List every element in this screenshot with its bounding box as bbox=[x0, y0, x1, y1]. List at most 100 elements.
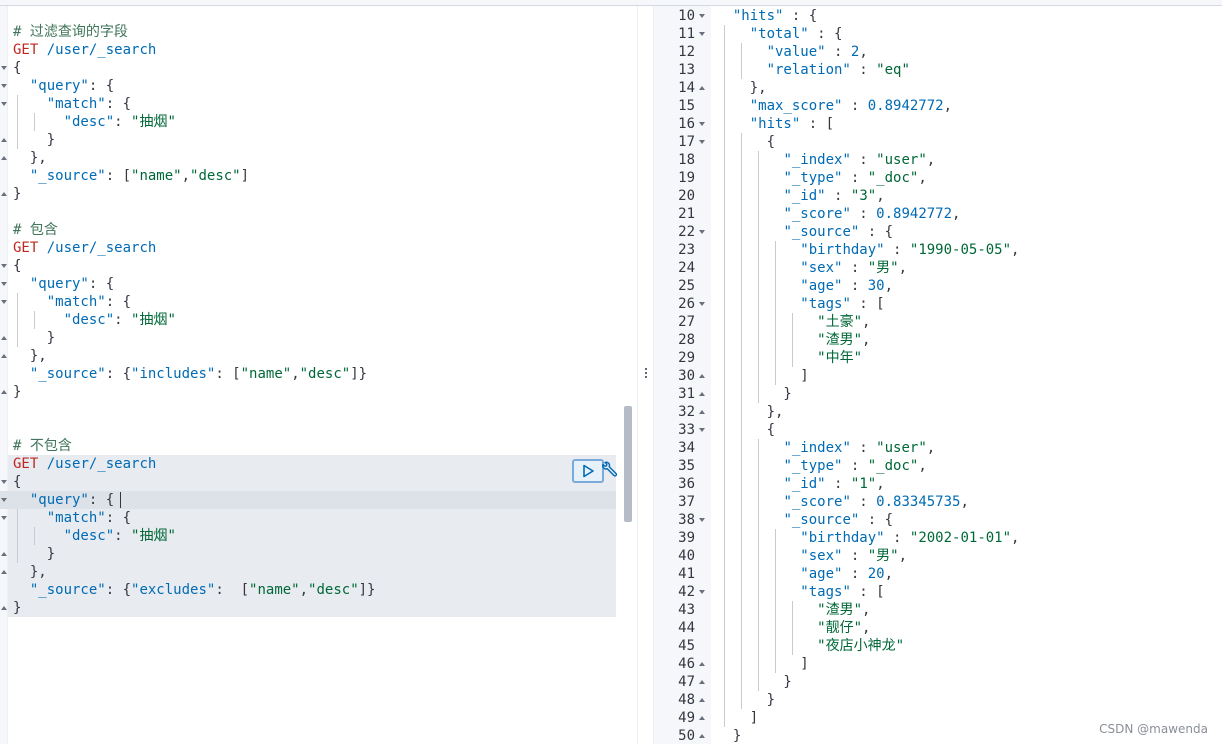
code-token: 20 bbox=[867, 566, 885, 582]
request-method-line[interactable]: GET /user/_search bbox=[8, 41, 616, 59]
fold-start-icon[interactable] bbox=[1, 299, 7, 305]
code-line[interactable]: "_source": {"excludes": ["name","desc"]} bbox=[8, 581, 616, 599]
fold-start-icon[interactable] bbox=[1, 101, 7, 107]
fold-end-icon[interactable] bbox=[699, 85, 706, 92]
response-line: ] bbox=[716, 367, 808, 385]
response-line: "hits" : [ bbox=[716, 115, 834, 133]
code-token: "_source" bbox=[13, 582, 106, 598]
indent-guide bbox=[17, 95, 18, 149]
response-line: "_score" : 0.83345735, bbox=[716, 493, 968, 511]
fold-end-icon[interactable] bbox=[699, 409, 706, 416]
fold-end-icon[interactable] bbox=[1, 389, 7, 395]
pane-resizer[interactable] bbox=[637, 6, 654, 744]
fold-start-icon[interactable] bbox=[699, 229, 706, 236]
code-token: ]} bbox=[350, 366, 368, 382]
fold-start-icon[interactable] bbox=[699, 121, 706, 128]
fold-end-icon[interactable] bbox=[699, 391, 706, 398]
code-token: 0.8942772 bbox=[867, 98, 944, 114]
code-line[interactable]: } bbox=[8, 131, 616, 149]
fold-end-icon[interactable] bbox=[1, 191, 7, 197]
code-token: : { bbox=[105, 582, 132, 598]
fold-start-icon[interactable] bbox=[699, 589, 706, 596]
code-token: "eq" bbox=[876, 62, 910, 78]
code-line[interactable]: "match": { bbox=[8, 95, 616, 113]
fold-start-icon[interactable] bbox=[699, 427, 706, 434]
code-line[interactable]: "desc": "抽烟" bbox=[8, 527, 616, 545]
code-line[interactable]: "_source": {"includes": ["name","desc"]} bbox=[8, 365, 616, 383]
fold-end-icon[interactable] bbox=[699, 733, 706, 740]
fold-end-icon[interactable] bbox=[1, 605, 7, 611]
fold-start-icon[interactable] bbox=[1, 65, 7, 71]
code-line[interactable]: { bbox=[8, 257, 616, 275]
code-token: "excludes" bbox=[131, 582, 216, 598]
fold-start-icon[interactable] bbox=[699, 13, 706, 20]
code-line[interactable]: }, bbox=[8, 347, 616, 365]
code-token: : bbox=[114, 312, 132, 328]
code-line[interactable]: } bbox=[8, 329, 616, 347]
line-number: 40 bbox=[678, 548, 695, 564]
fold-start-icon[interactable] bbox=[1, 281, 7, 287]
code-line[interactable]: }, bbox=[8, 563, 616, 581]
fold-end-icon[interactable] bbox=[1, 551, 7, 557]
code-token: "土豪" bbox=[817, 314, 863, 330]
response-line: "birthday" : "2002-01-01", bbox=[716, 529, 1019, 547]
code-line[interactable]: "desc": "抽烟" bbox=[8, 113, 616, 131]
request-editor[interactable]: # 过滤查询的字段 GET /user/_search{ "query": { "… bbox=[0, 6, 637, 744]
code-line[interactable]: "desc": "抽烟" bbox=[8, 311, 616, 329]
code-line[interactable]: } bbox=[8, 599, 616, 617]
fold-start-icon[interactable] bbox=[1, 515, 7, 521]
code-line[interactable]: "match": { bbox=[8, 293, 616, 311]
fold-start-icon[interactable] bbox=[1, 263, 7, 269]
code-line[interactable]: }, bbox=[8, 149, 616, 167]
response-line: "中年" bbox=[716, 349, 862, 367]
fold-end-icon[interactable] bbox=[699, 679, 706, 686]
code-line[interactable]: } bbox=[8, 185, 616, 203]
http-method: GET bbox=[13, 42, 39, 58]
request-method-line[interactable]: GET /user/_search bbox=[8, 455, 616, 473]
line-number: 48 bbox=[678, 692, 695, 708]
fold-start-icon[interactable] bbox=[1, 479, 7, 485]
request-method-line[interactable]: GET /user/_search bbox=[8, 239, 616, 257]
fold-end-icon[interactable] bbox=[1, 353, 7, 359]
code-token: , bbox=[918, 458, 927, 474]
code-token: "match" bbox=[13, 510, 106, 526]
request-scrollbar[interactable] bbox=[624, 406, 632, 522]
fold-start-icon[interactable] bbox=[699, 31, 706, 38]
code-token: : [ bbox=[215, 582, 250, 598]
code-line[interactable]: "query": { bbox=[8, 77, 616, 95]
line-number: 47 bbox=[678, 674, 695, 690]
code-line[interactable]: { bbox=[8, 473, 616, 491]
response-line: "_index" : "user", bbox=[716, 439, 935, 457]
code-line[interactable]: { bbox=[8, 59, 616, 77]
fold-end-icon[interactable] bbox=[699, 373, 706, 380]
fold-start-icon[interactable] bbox=[699, 517, 706, 524]
fold-start-icon[interactable] bbox=[699, 139, 706, 146]
response-line: "sex" : "男", bbox=[716, 547, 907, 565]
code-line[interactable]: "match": { bbox=[8, 509, 616, 527]
code-line[interactable]: } bbox=[8, 383, 616, 401]
fold-start-icon[interactable] bbox=[1, 497, 7, 503]
fold-end-icon[interactable] bbox=[1, 137, 7, 143]
response-viewer[interactable]: "hits" : { "total" : { "value" : 2, "rel… bbox=[654, 6, 1222, 744]
code-token: , bbox=[291, 366, 300, 382]
code-line[interactable]: "_source": ["name","desc"] bbox=[8, 167, 616, 185]
code-line[interactable]: "query": { bbox=[8, 275, 616, 293]
fold-end-icon[interactable] bbox=[699, 661, 706, 668]
fold-end-icon[interactable] bbox=[1, 155, 7, 161]
fold-end-icon[interactable] bbox=[699, 715, 706, 722]
fold-start-icon[interactable] bbox=[1, 83, 7, 89]
fold-end-icon[interactable] bbox=[1, 335, 7, 341]
code-line[interactable]: "query": { bbox=[8, 491, 616, 509]
code-token: : bbox=[114, 528, 132, 544]
fold-end-icon[interactable] bbox=[1, 569, 7, 575]
fold-end-icon[interactable] bbox=[699, 697, 706, 704]
fold-start-icon[interactable] bbox=[699, 301, 706, 308]
code-line[interactable]: } bbox=[8, 545, 616, 563]
code-token: : bbox=[850, 494, 877, 510]
code-token: "_index" bbox=[783, 152, 851, 168]
line-number: 19 bbox=[678, 170, 695, 186]
request-settings-button[interactable] bbox=[599, 461, 619, 481]
